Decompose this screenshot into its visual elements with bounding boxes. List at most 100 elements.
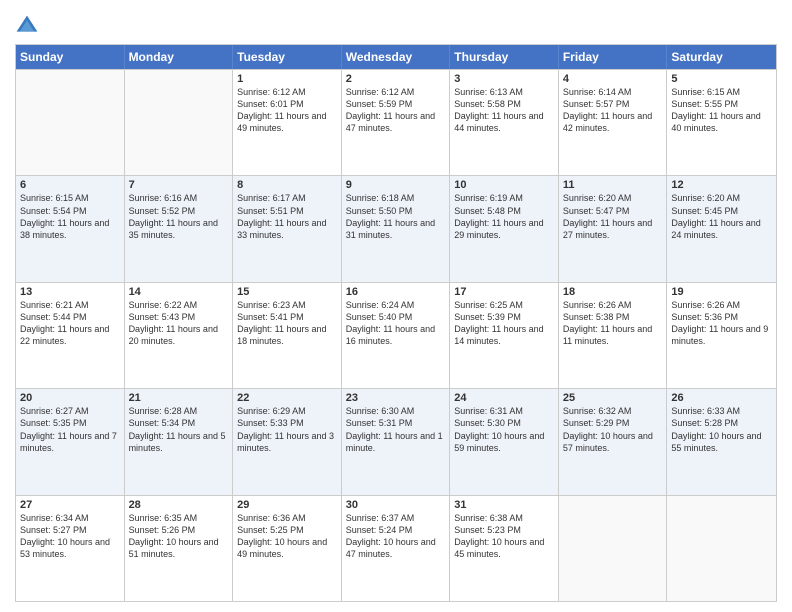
- calendar-header-row: SundayMondayTuesdayWednesdayThursdayFrid…: [16, 45, 776, 69]
- day-number: 29: [237, 499, 337, 511]
- calendar-cell: 8Sunrise: 6:17 AMSunset: 5:51 PMDaylight…: [233, 176, 342, 281]
- day-number: 22: [237, 392, 337, 404]
- calendar-cell: 22 Sunrise: 6:29 AMSunset: 5:33 PMDayligh…: [233, 389, 342, 494]
- calendar-cell: 17Sunrise: 6:25 AMSunset: 5:39 PMDayligh…: [450, 283, 559, 388]
- cell-info: Sunrise: 6:20 AMSunset: 5:47 PMDaylight:…: [563, 193, 652, 239]
- calendar-cell: 5 Sunrise: 6:15 AMSunset: 5:55 PMDaylight…: [667, 70, 776, 175]
- cell-info: Sunrise: 6:38 AMSunset: 5:23 PMDaylight:…: [454, 513, 544, 559]
- header-cell-wednesday: Wednesday: [342, 45, 451, 69]
- calendar-cell: 12 Sunrise: 6:20 AMSunset: 5:45 PMDayligh…: [667, 176, 776, 281]
- cell-info: Sunrise: 6:33 AMSunset: 5:28 PMDaylight:…: [671, 406, 761, 452]
- day-number: 31: [454, 499, 554, 511]
- calendar-cell: 15Sunrise: 6:23 AMSunset: 5:41 PMDayligh…: [233, 283, 342, 388]
- day-number: 10: [454, 179, 554, 191]
- calendar-cell: 28 Sunrise: 6:35 AMSunset: 5:26 PMDayligh…: [125, 496, 234, 601]
- header-cell-sunday: Sunday: [16, 45, 125, 69]
- calendar-cell: 4 Sunrise: 6:14 AMSunset: 5:57 PMDaylight…: [559, 70, 668, 175]
- calendar-cell: 19 Sunrise: 6:26 AMSunset: 5:36 PMDayligh…: [667, 283, 776, 388]
- cell-info: Sunrise: 6:26 AMSunset: 5:38 PMDaylight:…: [563, 300, 652, 346]
- calendar-week-4: 20 Sunrise: 6:27 AMSunset: 5:35 PMDayligh…: [16, 388, 776, 494]
- cell-info: Sunrise: 6:14 AMSunset: 5:57 PMDaylight:…: [563, 87, 652, 133]
- day-number: 27: [20, 499, 120, 511]
- calendar-cell: 7 Sunrise: 6:16 AMSunset: 5:52 PMDaylight…: [125, 176, 234, 281]
- day-number: 18: [563, 286, 663, 298]
- header: [15, 10, 777, 38]
- cell-info: Sunrise: 6:16 AMSunset: 5:52 PMDaylight:…: [129, 193, 218, 239]
- day-number: 26: [671, 392, 772, 404]
- cell-info: Sunrise: 6:15 AMSunset: 5:55 PMDaylight:…: [671, 87, 760, 133]
- cell-info: Sunrise: 6:12 AMSunset: 5:59 PMDaylight:…: [346, 87, 435, 133]
- day-number: 24: [454, 392, 554, 404]
- calendar-cell: 6 Sunrise: 6:15 AMSunset: 5:54 PMDaylight…: [16, 176, 125, 281]
- calendar-cell: 10 Sunrise: 6:19 AMSunset: 5:48 PMDayligh…: [450, 176, 559, 281]
- header-cell-friday: Friday: [559, 45, 668, 69]
- day-number: 16: [346, 286, 446, 298]
- calendar-cell: 23 Sunrise: 6:30 AMSunset: 5:31 PMDayligh…: [342, 389, 451, 494]
- calendar-cell: [667, 496, 776, 601]
- calendar-cell: [559, 496, 668, 601]
- day-number: 4: [563, 73, 663, 85]
- day-number: 28: [129, 499, 229, 511]
- cell-info: Sunrise: 6:19 AMSunset: 5:48 PMDaylight:…: [454, 193, 543, 239]
- calendar-cell: [16, 70, 125, 175]
- day-number: 12: [671, 179, 772, 191]
- day-number: 1: [237, 73, 337, 85]
- calendar-cell: 13Sunrise: 6:21 AMSunset: 5:44 PMDayligh…: [16, 283, 125, 388]
- cell-info: Sunrise: 6:29 AMSunset: 5:33 PMDaylight:…: [237, 406, 334, 452]
- cell-info: Sunrise: 6:15 AMSunset: 5:54 PMDaylight:…: [20, 193, 109, 239]
- day-number: 21: [129, 392, 229, 404]
- calendar-cell: 20 Sunrise: 6:27 AMSunset: 5:35 PMDayligh…: [16, 389, 125, 494]
- cell-info: Sunrise: 6:26 AMSunset: 5:36 PMDaylight:…: [671, 300, 768, 346]
- day-number: 6: [20, 179, 120, 191]
- day-number: 5: [671, 73, 772, 85]
- calendar-cell: 16Sunrise: 6:24 AMSunset: 5:40 PMDayligh…: [342, 283, 451, 388]
- cell-info: Sunrise: 6:36 AMSunset: 5:25 PMDaylight:…: [237, 513, 327, 559]
- calendar-cell: 24Sunrise: 6:31 AMSunset: 5:30 PMDayligh…: [450, 389, 559, 494]
- day-number: 19: [671, 286, 772, 298]
- day-number: 20: [20, 392, 120, 404]
- cell-info: Sunrise: 6:12 AMSunset: 6:01 PMDaylight:…: [237, 87, 326, 133]
- calendar-cell: [125, 70, 234, 175]
- cell-info: Sunrise: 6:34 AMSunset: 5:27 PMDaylight:…: [20, 513, 110, 559]
- day-number: 23: [346, 392, 446, 404]
- calendar-body: 1 Sunrise: 6:12 AMSunset: 6:01 PMDaylight…: [16, 69, 776, 601]
- cell-info: Sunrise: 6:27 AMSunset: 5:35 PMDaylight:…: [20, 406, 117, 452]
- page: SundayMondayTuesdayWednesdayThursdayFrid…: [0, 0, 792, 612]
- cell-info: Sunrise: 6:20 AMSunset: 5:45 PMDaylight:…: [671, 193, 760, 239]
- day-number: 8: [237, 179, 337, 191]
- calendar-cell: 14 Sunrise: 6:22 AMSunset: 5:43 PMDayligh…: [125, 283, 234, 388]
- cell-info: Sunrise: 6:23 AMSunset: 5:41 PMDaylight:…: [237, 300, 326, 346]
- day-number: 30: [346, 499, 446, 511]
- cell-info: Sunrise: 6:30 AMSunset: 5:31 PMDaylight:…: [346, 406, 443, 452]
- day-number: 9: [346, 179, 446, 191]
- calendar-cell: 9 Sunrise: 6:18 AMSunset: 5:50 PMDaylight…: [342, 176, 451, 281]
- cell-info: Sunrise: 6:35 AMSunset: 5:26 PMDaylight:…: [129, 513, 219, 559]
- calendar-cell: 3Sunrise: 6:13 AMSunset: 5:58 PMDaylight…: [450, 70, 559, 175]
- calendar-cell: 2 Sunrise: 6:12 AMSunset: 5:59 PMDaylight…: [342, 70, 451, 175]
- calendar-cell: 18 Sunrise: 6:26 AMSunset: 5:38 PMDayligh…: [559, 283, 668, 388]
- calendar-cell: 29 Sunrise: 6:36 AMSunset: 5:25 PMDayligh…: [233, 496, 342, 601]
- cell-info: Sunrise: 6:22 AMSunset: 5:43 PMDaylight:…: [129, 300, 218, 346]
- day-number: 7: [129, 179, 229, 191]
- cell-info: Sunrise: 6:18 AMSunset: 5:50 PMDaylight:…: [346, 193, 435, 239]
- calendar-cell: 25Sunrise: 6:32 AMSunset: 5:29 PMDayligh…: [559, 389, 668, 494]
- logo-icon: [15, 14, 39, 38]
- cell-info: Sunrise: 6:37 AMSunset: 5:24 PMDaylight:…: [346, 513, 436, 559]
- calendar-cell: 27 Sunrise: 6:34 AMSunset: 5:27 PMDayligh…: [16, 496, 125, 601]
- day-number: 11: [563, 179, 663, 191]
- calendar-week-3: 13Sunrise: 6:21 AMSunset: 5:44 PMDayligh…: [16, 282, 776, 388]
- cell-info: Sunrise: 6:32 AMSunset: 5:29 PMDaylight:…: [563, 406, 653, 452]
- calendar-cell: 1 Sunrise: 6:12 AMSunset: 6:01 PMDaylight…: [233, 70, 342, 175]
- logo: [15, 14, 43, 38]
- cell-info: Sunrise: 6:13 AMSunset: 5:58 PMDaylight:…: [454, 87, 543, 133]
- calendar: SundayMondayTuesdayWednesdayThursdayFrid…: [15, 44, 777, 602]
- calendar-week-2: 6 Sunrise: 6:15 AMSunset: 5:54 PMDaylight…: [16, 175, 776, 281]
- day-number: 2: [346, 73, 446, 85]
- calendar-cell: 31 Sunrise: 6:38 AMSunset: 5:23 PMDayligh…: [450, 496, 559, 601]
- day-number: 14: [129, 286, 229, 298]
- day-number: 13: [20, 286, 120, 298]
- calendar-week-1: 1 Sunrise: 6:12 AMSunset: 6:01 PMDaylight…: [16, 69, 776, 175]
- calendar-week-5: 27 Sunrise: 6:34 AMSunset: 5:27 PMDayligh…: [16, 495, 776, 601]
- day-number: 17: [454, 286, 554, 298]
- calendar-cell: 30 Sunrise: 6:37 AMSunset: 5:24 PMDayligh…: [342, 496, 451, 601]
